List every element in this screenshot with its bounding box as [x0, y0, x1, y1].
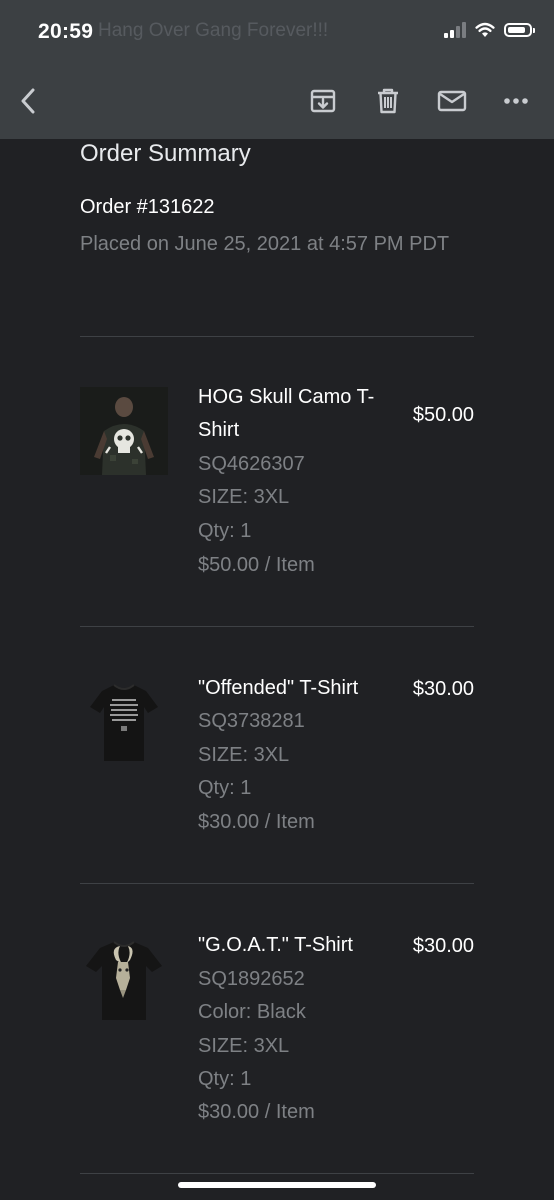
product-image-hog-skull-camo[interactable]	[80, 387, 168, 475]
item-size: SIZE: 3XL	[198, 1035, 290, 1057]
mail-icon[interactable]	[437, 86, 467, 116]
item-qty: Qty: 1	[198, 777, 252, 799]
item-size: SIZE: 3XL	[198, 744, 290, 766]
archive-icon[interactable]	[308, 86, 338, 116]
battery-level	[508, 27, 525, 33]
item-sku: SQ1892652	[198, 968, 305, 990]
item-price: $50.00	[412, 404, 474, 426]
email-subject-behind: Hang Over Gang Forever!!!	[98, 20, 329, 41]
order-number: Order #131622	[80, 196, 215, 218]
back-arrow-icon[interactable]	[14, 86, 44, 116]
item-name: "Offended" T-Shirt	[198, 677, 359, 699]
item-sku: SQ4626307	[198, 453, 305, 475]
divider	[80, 626, 474, 627]
item-size: SIZE: 3XL	[198, 486, 290, 508]
item-name: HOG Skull Camo T-Shirt	[198, 386, 375, 441]
item-qty: Qty: 1	[198, 1068, 252, 1090]
order-placed-date: Placed on June 25, 2021 at 4:57 PM PDT	[80, 233, 450, 255]
divider	[80, 883, 474, 884]
product-image-goat-shirt[interactable]	[80, 934, 168, 1022]
divider	[80, 1173, 474, 1174]
order-summary-title: Order Summary	[80, 140, 251, 167]
item-price: $30.00	[412, 678, 474, 700]
cellular-signal-icon	[444, 22, 466, 38]
divider	[80, 336, 474, 337]
battery-icon	[504, 23, 535, 37]
item-unit-price: $30.00 / Item	[198, 1101, 315, 1123]
item-color: Color: Black	[198, 1001, 306, 1023]
item-price: $30.00	[412, 935, 474, 957]
wifi-icon	[475, 22, 495, 37]
item-sku: SQ3738281	[198, 710, 305, 732]
status-time: 20:59	[38, 20, 94, 43]
item-unit-price: $30.00 / Item	[198, 811, 315, 833]
item-unit-price: $50.00 / Item	[198, 554, 315, 576]
home-indicator[interactable]	[178, 1182, 376, 1188]
status-icons	[444, 22, 535, 38]
trash-icon[interactable]	[373, 86, 403, 116]
item-qty: Qty: 1	[198, 520, 252, 542]
app-toolbar: Hang Over Gang Forever!!! 20:59	[0, 0, 554, 139]
item-name: "G.O.A.T." T-Shirt	[198, 934, 353, 956]
more-icon[interactable]	[501, 86, 531, 116]
product-image-offended-shirt[interactable]	[80, 677, 168, 765]
